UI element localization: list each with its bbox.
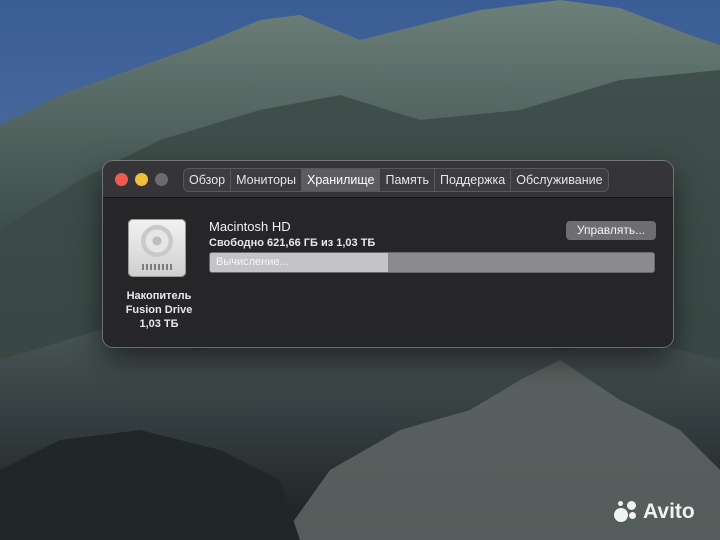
- tab-displays[interactable]: Мониторы: [231, 169, 302, 191]
- about-this-mac-window: Обзор Мониторы Хранилище Память Поддержк…: [103, 161, 673, 347]
- disk-platter: [141, 225, 173, 257]
- storage-panel: Накопитель Fusion Drive 1,03 ТБ Macintos…: [103, 198, 673, 347]
- manage-button[interactable]: Управлять...: [566, 221, 656, 240]
- storage-calculating-label: Вычисление...: [216, 256, 289, 268]
- storage-usage-bar: Вычисление...: [209, 252, 655, 273]
- avito-watermark-text: Avito: [643, 500, 695, 523]
- tab-support[interactable]: Поддержка: [435, 169, 512, 191]
- tab-bar: Обзор Мониторы Хранилище Память Поддержк…: [183, 168, 609, 192]
- tab-service[interactable]: Обслуживание: [511, 169, 607, 191]
- tab-overview[interactable]: Обзор: [184, 169, 232, 191]
- zoom-button[interactable]: [155, 173, 168, 186]
- avito-watermark: Avito: [614, 500, 695, 524]
- disk-vent: [142, 264, 172, 270]
- tab-memory[interactable]: Память: [380, 169, 436, 191]
- disk-caption: Накопитель Fusion Drive 1,03 ТБ: [115, 289, 203, 331]
- disk-capacity-label: 1,03 ТБ: [139, 318, 179, 330]
- avito-logo-icon: [614, 500, 638, 524]
- disk-type-label: Накопитель: [126, 290, 192, 302]
- titlebar[interactable]: Обзор Мониторы Хранилище Память Поддержк…: [103, 161, 673, 198]
- hard-drive-icon: [128, 219, 186, 277]
- close-button[interactable]: [115, 173, 128, 186]
- volume-name: Macintosh HD: [209, 219, 291, 234]
- volume-free-space: Свободно 621,66 ГБ из 1,03 ТБ: [209, 237, 376, 249]
- minimize-button[interactable]: [135, 173, 148, 186]
- disk-model-label: Fusion Drive: [125, 304, 193, 316]
- tab-storage[interactable]: Хранилище: [301, 169, 381, 191]
